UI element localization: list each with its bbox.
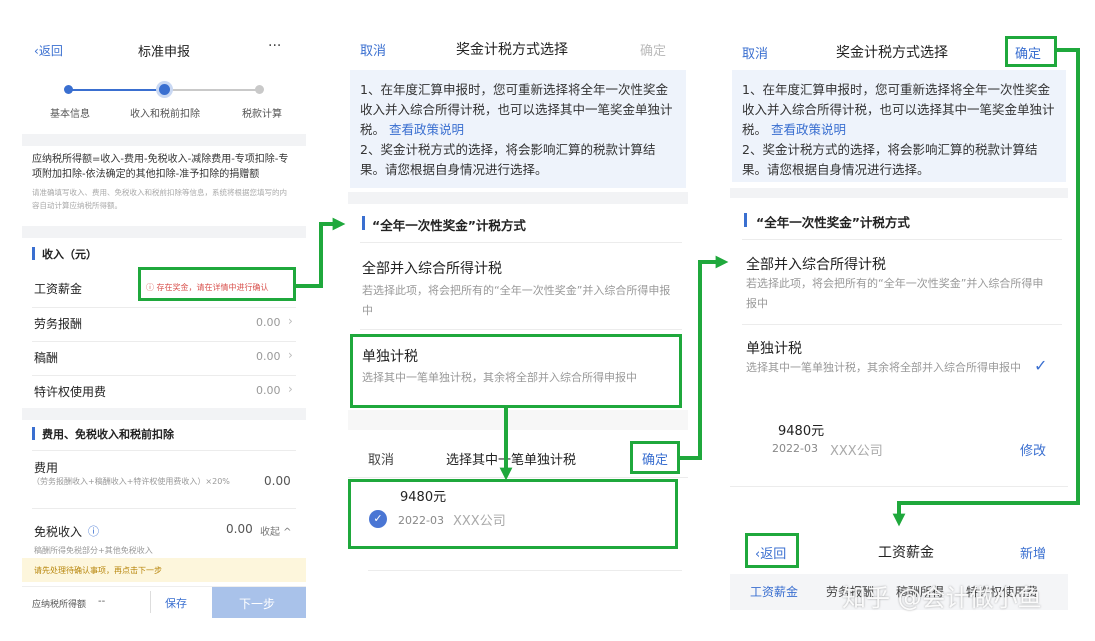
arrow-3 [680,255,729,460]
arrow-4 [892,48,1080,527]
arrow-1 [296,217,346,288]
flow-arrows [296,48,1080,527]
